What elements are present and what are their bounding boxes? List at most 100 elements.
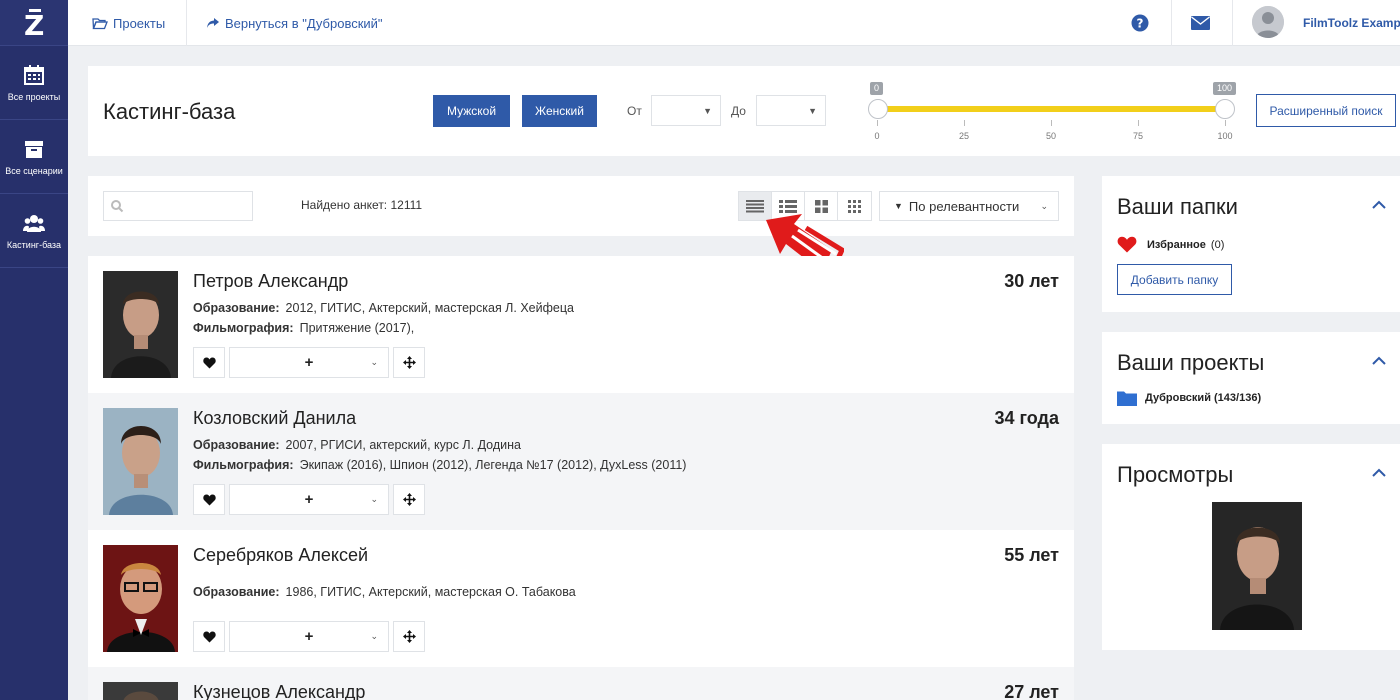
favorite-button[interactable] xyxy=(193,484,225,515)
share-arrow-icon xyxy=(207,18,219,28)
sort-label: По релевантности xyxy=(908,198,1020,214)
age-from-select[interactable]: ▼ xyxy=(651,95,721,126)
chevron-up-icon[interactable] xyxy=(1372,356,1386,365)
slider-tick-label: 100 xyxy=(1217,131,1233,141)
move-arrows-icon xyxy=(402,356,416,369)
favorites-folder[interactable]: Избранное (0) xyxy=(1117,236,1224,253)
education-row: Образование: 1986, ГИТИС, Актерский, маст… xyxy=(193,585,576,599)
results-count: Найдено анкет: 12111 xyxy=(301,198,423,212)
filmography-label: Фильмография: xyxy=(193,458,294,472)
age-to-label: До xyxy=(731,104,746,118)
search-input[interactable] xyxy=(103,191,253,221)
chevron-down-icon: ▼ xyxy=(808,106,817,116)
education-label: Образование: xyxy=(193,585,280,599)
recently-viewed-photo[interactable] xyxy=(1212,502,1302,630)
add-to-project-select[interactable]: + ⌄ xyxy=(229,621,389,652)
move-button[interactable] xyxy=(393,484,425,515)
actor-photo[interactable] xyxy=(103,682,178,700)
chevron-up-icon[interactable] xyxy=(1372,200,1386,209)
favorites-count: (0) xyxy=(1210,238,1225,251)
folders-panel: Ваши папки Избранное (0) Добавить папку xyxy=(1102,176,1400,312)
education-value: 2007, РГИСИ, актерский, курс Л. Додина xyxy=(285,438,521,452)
actor-photo[interactable] xyxy=(103,408,178,515)
heart-icon xyxy=(202,357,216,368)
slider-tick-label: 0 xyxy=(874,131,880,141)
age-range-slider[interactable]: 0 100 0 25 50 75 100 xyxy=(868,80,1238,150)
actor-card[interactable]: Серебряков Алексей 55 лет Образование: 19… xyxy=(88,530,1074,667)
slider-low-handle[interactable] xyxy=(868,99,888,119)
actor-age: 30 лет xyxy=(1004,271,1059,291)
folder-icon xyxy=(1117,391,1137,406)
add-folder-button[interactable]: Добавить папку xyxy=(1117,264,1232,295)
slider-tick xyxy=(1051,120,1052,126)
filmography-value: Экипаж (2016), Шпион (2012), Легенда №17… xyxy=(299,458,687,472)
messages-button[interactable] xyxy=(1178,0,1222,46)
sidebar-item-label: Все проекты xyxy=(7,91,61,102)
grid-small-icon xyxy=(848,199,861,213)
move-button[interactable] xyxy=(393,347,425,378)
chevron-down-icon: ⌄ xyxy=(1040,201,1048,211)
education-label: Образование: xyxy=(193,438,280,452)
sidebar: Z Все проекты Все сценарии Кастинг-база xyxy=(0,0,68,700)
back-link-label: Вернуться в "Дубровский" xyxy=(225,15,383,31)
project-item-label: Дубровский (143/136) xyxy=(1145,392,1262,404)
age-to-select[interactable]: ▼ xyxy=(756,95,826,126)
chevron-up-icon[interactable] xyxy=(1372,468,1386,477)
actor-name[interactable]: Козловский Данила xyxy=(193,408,356,429)
actor-name[interactable]: Серебряков Алексей xyxy=(193,545,368,566)
projects-link[interactable]: Проекты xyxy=(92,0,165,46)
filmography-row: Фильмография: Экипаж (2016), Шпион (2012)… xyxy=(193,458,686,472)
actor-name[interactable]: Кузнецов Александр xyxy=(193,682,365,700)
sort-select[interactable]: ▼ По релевантности ⌄ xyxy=(879,191,1059,221)
divider xyxy=(186,0,187,46)
plus-label: + xyxy=(304,354,314,371)
actor-card[interactable]: Петров Александр 30 лет Образование: 2012… xyxy=(88,256,1074,393)
plus-label: + xyxy=(304,491,314,508)
add-to-project-select[interactable]: + ⌄ xyxy=(229,347,389,378)
slider-high-handle[interactable] xyxy=(1215,99,1235,119)
move-arrows-icon xyxy=(402,493,416,506)
slider-low-value: 0 xyxy=(870,82,884,95)
favorite-button[interactable] xyxy=(193,621,225,652)
female-filter-button[interactable]: Женский xyxy=(522,95,597,127)
actor-name[interactable]: Петров Александр xyxy=(193,271,348,292)
plus-label: + xyxy=(304,628,314,645)
actor-age: 55 лет xyxy=(1004,545,1059,565)
project-item[interactable]: Дубровский (143/136) xyxy=(1117,390,1261,406)
help-button[interactable]: ? xyxy=(1118,0,1162,46)
slider-track[interactable] xyxy=(876,106,1225,112)
sidebar-item-casting-base[interactable]: Кастинг-база xyxy=(0,194,68,268)
actor-photo[interactable] xyxy=(103,545,178,652)
chevron-down-icon: ⌄ xyxy=(370,494,378,504)
projects-panel: Ваши проекты Дубровский (143/136) xyxy=(1102,332,1400,424)
chevron-down-icon: ⌄ xyxy=(370,357,378,367)
sidebar-item-all-scripts[interactable]: Все сценарии xyxy=(0,120,68,194)
sidebar-item-all-projects[interactable]: Все проекты xyxy=(0,46,68,120)
slider-high-value: 100 xyxy=(1213,82,1237,95)
views-title: Просмотры xyxy=(1117,462,1234,487)
add-to-project-select[interactable]: + ⌄ xyxy=(229,484,389,515)
advanced-search-button[interactable]: Расширенный поиск xyxy=(1256,94,1396,127)
slider-tick xyxy=(877,120,878,126)
username[interactable]: FilmToolz Examp xyxy=(1303,0,1400,46)
education-value: 1986, ГИТИС, Актерский, мастерская О. Та… xyxy=(285,585,576,599)
avatar[interactable] xyxy=(1252,6,1284,38)
actor-age: 27 лет xyxy=(1004,682,1059,700)
back-link[interactable]: Вернуться в "Дубровский" xyxy=(206,0,383,46)
actor-card[interactable]: Козловский Данила 34 года Образование: 20… xyxy=(88,393,1074,530)
male-filter-button[interactable]: Мужской xyxy=(433,95,510,127)
move-button[interactable] xyxy=(393,621,425,652)
card-actions: + ⌄ xyxy=(193,484,425,515)
education-label: Образование: xyxy=(193,301,280,315)
top-bar: Проекты Вернуться в "Дубровский" ? FilmT… xyxy=(68,0,1400,46)
actor-photo[interactable] xyxy=(103,271,178,378)
slider-tick xyxy=(1138,120,1139,126)
archive-box-icon xyxy=(25,140,43,158)
age-from-label: От xyxy=(627,104,642,118)
favorite-button[interactable] xyxy=(193,347,225,378)
actor-age: 34 года xyxy=(994,408,1059,428)
app-logo[interactable]: Z xyxy=(0,0,68,46)
actor-card[interactable]: Кузнецов Александр 27 лет xyxy=(88,667,1074,700)
chevron-down-icon: ⌄ xyxy=(370,631,378,641)
folder-open-icon xyxy=(92,17,108,29)
